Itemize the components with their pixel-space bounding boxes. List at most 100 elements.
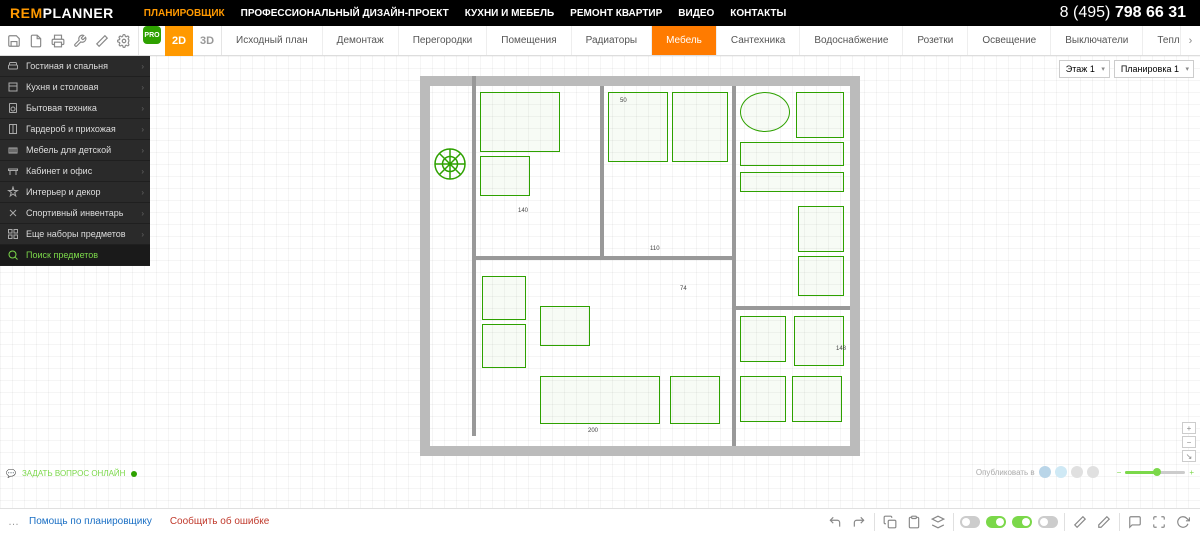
- tab-rooms[interactable]: Помещения: [487, 26, 571, 55]
- tab-lighting[interactable]: Освещение: [968, 26, 1051, 55]
- floor-dropdown[interactable]: Этаж 1: [1059, 60, 1110, 78]
- redo-icon[interactable]: [850, 513, 868, 531]
- zoom-fit-button[interactable]: ↘: [1182, 450, 1196, 462]
- copy-icon[interactable]: [881, 513, 899, 531]
- nav-renovation[interactable]: РЕМОНТ КВАРТИР: [570, 8, 662, 19]
- ask-question-online[interactable]: 💬 ЗАДАТЬ ВОПРОС ОНЛАЙН: [6, 469, 137, 478]
- comment-icon[interactable]: [1126, 513, 1144, 531]
- sidebar-item-decor[interactable]: Интерьер и декор ›: [0, 182, 150, 203]
- tab-demolition[interactable]: Демонтаж: [323, 26, 399, 55]
- tab-radiators[interactable]: Радиаторы: [572, 26, 652, 55]
- view-3d-button[interactable]: 3D: [193, 26, 221, 56]
- dim-label: 110: [650, 246, 660, 252]
- tab-heated-floors[interactable]: Теплые полы: [1143, 26, 1180, 55]
- tab-water-supply[interactable]: Водоснабжение: [800, 26, 903, 55]
- decor-icon: [6, 185, 20, 199]
- toggle-labels[interactable]: [1038, 516, 1058, 528]
- paste-icon[interactable]: [905, 513, 923, 531]
- share-vk-icon[interactable]: [1039, 466, 1051, 478]
- toggle-grid[interactable]: [986, 516, 1006, 528]
- canvas[interactable]: Гостиная и спальня › Кухня и столовая › …: [0, 56, 1200, 508]
- chevron-right-icon: ›: [141, 62, 144, 71]
- sidebar-item-kitchen-dining[interactable]: Кухня и столовая ›: [0, 77, 150, 98]
- tab-furniture[interactable]: Мебель: [652, 26, 717, 55]
- chevron-right-icon: ›: [141, 188, 144, 197]
- refresh-icon[interactable]: [1174, 513, 1192, 531]
- toggle-snap[interactable]: [960, 516, 980, 528]
- tab-source-plan[interactable]: Исходный план: [222, 26, 323, 55]
- pro-badge[interactable]: PRO: [143, 26, 161, 44]
- tab-switches[interactable]: Выключатели: [1051, 26, 1143, 55]
- nav-design-project[interactable]: ПРОФЕССИОНАЛЬНЫЙ ДИЗАЙН-ПРОЕКТ: [241, 8, 449, 19]
- nav-video[interactable]: ВИДЕО: [678, 8, 714, 19]
- layout-value: Планировка 1: [1121, 64, 1179, 74]
- tab-partitions[interactable]: Перегородки: [399, 26, 488, 55]
- layout-dropdown[interactable]: Планировка 1: [1114, 60, 1194, 78]
- zoom-slider[interactable]: [1125, 471, 1185, 474]
- chevron-right-icon: ›: [141, 167, 144, 176]
- floorplan[interactable]: 140 200 110 148 74 50: [420, 76, 860, 456]
- search-icon: [6, 248, 20, 262]
- export-icon[interactable]: [28, 33, 44, 49]
- help-link[interactable]: Помощь по планировщику: [29, 516, 152, 527]
- logo-planner: PLANNER: [43, 5, 114, 21]
- sidebar-item-living-bedroom[interactable]: Гостиная и спальня ›: [0, 56, 150, 77]
- tools-icon[interactable]: [72, 33, 88, 49]
- header-bar: REMPLANNER ПЛАНИРОВЩИК ПРОФЕССИОНАЛЬНЫЙ …: [0, 0, 1200, 26]
- footer-bar: … Помощь по планировщику Сообщить об оши…: [0, 508, 1200, 534]
- sidebar-item-label: Спортивный инвентарь: [26, 208, 123, 218]
- fullscreen-icon[interactable]: [1150, 513, 1168, 531]
- tab-sockets[interactable]: Розетки: [903, 26, 968, 55]
- sidebar-item-wardrobe-hallway[interactable]: Гардероб и прихожая ›: [0, 119, 150, 140]
- sidebar-item-sports[interactable]: Спортивный инвентарь ›: [0, 203, 150, 224]
- pencil-icon[interactable]: [1095, 513, 1113, 531]
- tabs-scroll-right[interactable]: ›: [1180, 26, 1200, 55]
- settings-icon[interactable]: [116, 33, 132, 49]
- furniture-sidebar: Гостиная и спальня › Кухня и столовая › …: [0, 56, 150, 266]
- tab-plumbing[interactable]: Сантехника: [717, 26, 801, 55]
- desk-icon: [6, 164, 20, 178]
- ruler-icon[interactable]: [1071, 513, 1089, 531]
- zoom-in-icon[interactable]: +: [1189, 468, 1194, 477]
- zoom-mini-controls: + − ↘: [1182, 422, 1196, 462]
- sidebar-item-office[interactable]: Кабинет и офис ›: [0, 161, 150, 182]
- nav-contacts[interactable]: КОНТАКТЫ: [730, 8, 786, 19]
- phone-number[interactable]: 8 (495) 798 66 31: [1060, 4, 1200, 22]
- view-toggle: 2D 3D: [165, 26, 222, 55]
- zoom-minus-button[interactable]: −: [1182, 436, 1196, 448]
- chevron-right-icon: ›: [141, 104, 144, 113]
- plan-tabs: Исходный план Демонтаж Перегородки Помещ…: [222, 26, 1180, 55]
- sidebar-item-kids-furniture[interactable]: Мебель для детской ›: [0, 140, 150, 161]
- share-tw-icon[interactable]: [1055, 466, 1067, 478]
- chevron-right-icon: ›: [141, 230, 144, 239]
- plan-selectors: Этаж 1 Планировка 1: [1059, 60, 1194, 78]
- zoom-plus-button[interactable]: +: [1182, 422, 1196, 434]
- undo-icon[interactable]: [826, 513, 844, 531]
- dim-label: 50: [620, 98, 627, 104]
- file-tools: [0, 26, 139, 55]
- chevron-right-icon: ›: [141, 146, 144, 155]
- sidebar-item-label: Гостиная и спальня: [26, 61, 108, 71]
- dim-label: 140: [518, 208, 528, 214]
- logo[interactable]: REMPLANNER: [0, 5, 124, 21]
- logo-rem: REM: [10, 5, 43, 21]
- dim-label: 148: [836, 346, 846, 352]
- nav-planner[interactable]: ПЛАНИРОВЩИК: [144, 8, 225, 19]
- report-bug-link[interactable]: Сообщить об ошибке: [170, 516, 269, 527]
- layers-icon[interactable]: [929, 513, 947, 531]
- zoom-out-icon[interactable]: −: [1117, 468, 1122, 477]
- more-icon: [6, 227, 20, 241]
- sidebar-item-more-sets[interactable]: Еще наборы предметов ›: [0, 224, 150, 245]
- nav-kitchens[interactable]: КУХНИ И МЕБЕЛЬ: [465, 8, 554, 19]
- sidebar-item-search[interactable]: Поиск предметов: [0, 245, 150, 266]
- sidebar-item-appliances[interactable]: Бытовая техника ›: [0, 98, 150, 119]
- view-2d-button[interactable]: 2D: [165, 26, 193, 56]
- print-icon[interactable]: [50, 33, 66, 49]
- save-icon[interactable]: [6, 33, 22, 49]
- toggle-dims[interactable]: [1012, 516, 1032, 528]
- share-ok-icon[interactable]: [1087, 466, 1099, 478]
- measure-icon[interactable]: [94, 33, 110, 49]
- crib-icon: [6, 143, 20, 157]
- sidebar-item-label: Гардероб и прихожая: [26, 124, 116, 134]
- share-fb-icon[interactable]: [1071, 466, 1083, 478]
